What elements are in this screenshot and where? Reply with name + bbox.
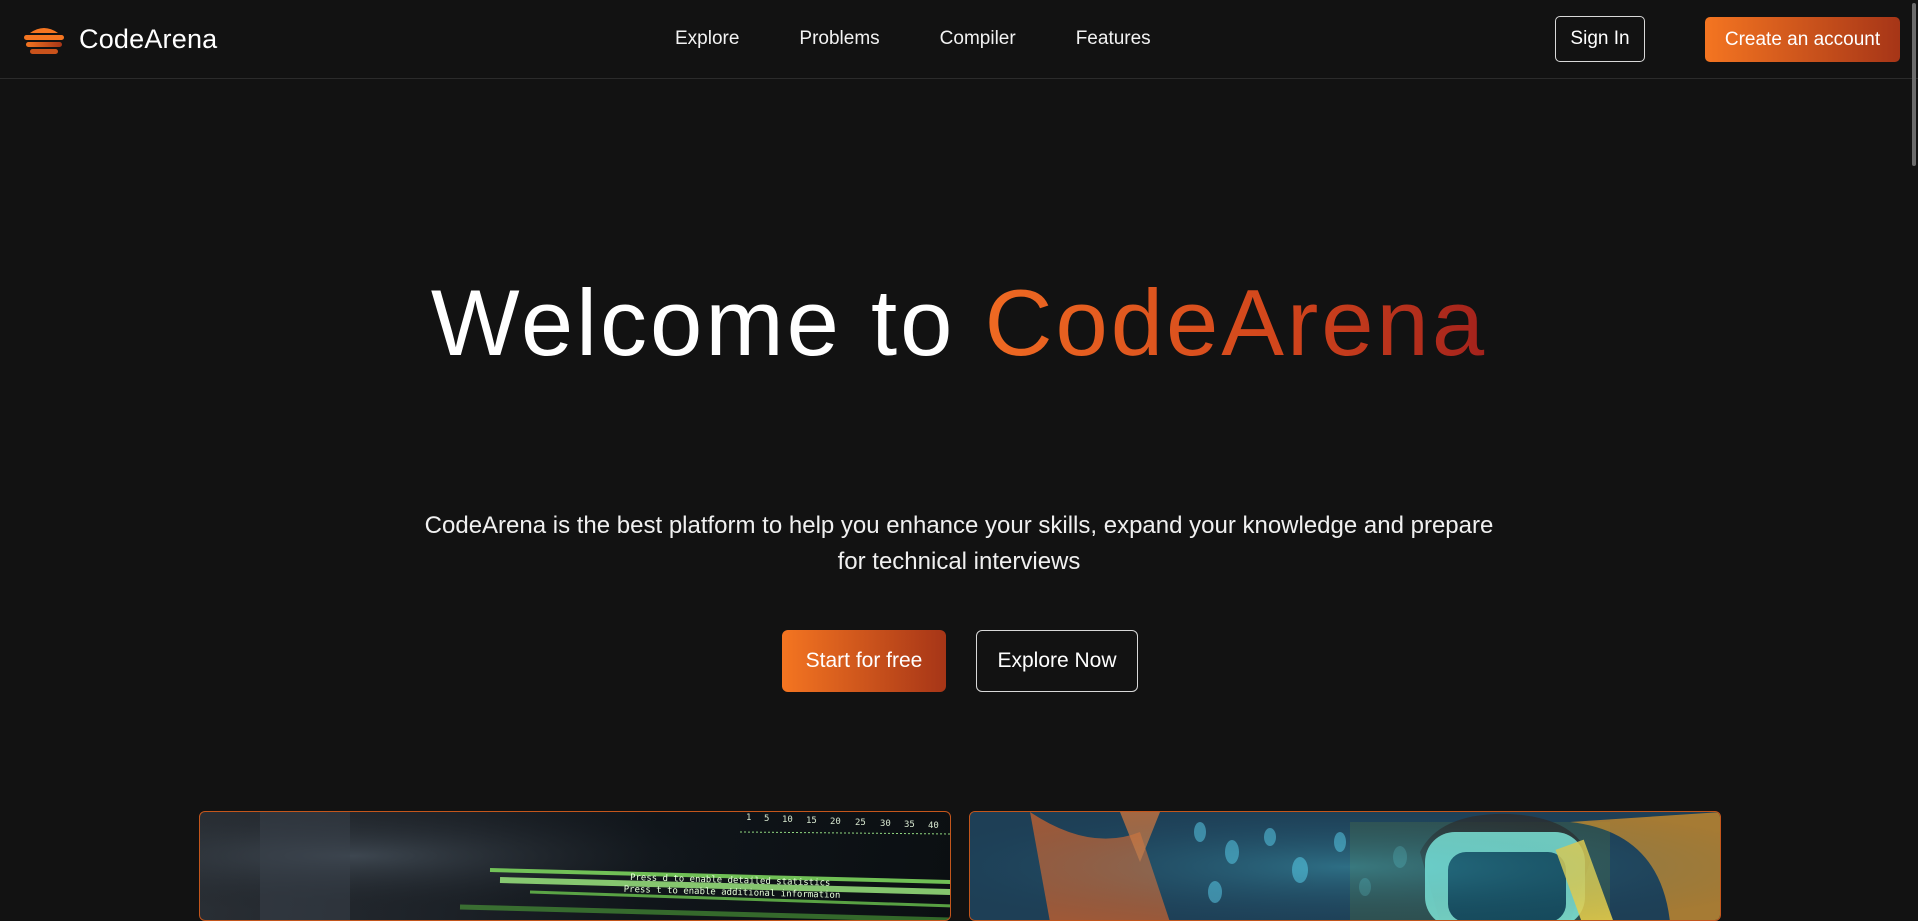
scrollbar-thumb[interactable]: [1912, 3, 1916, 166]
ruler-number: 40: [928, 821, 939, 831]
nav-link-problems[interactable]: Problems: [799, 28, 879, 50]
ruler-number: 15: [806, 816, 817, 826]
sign-in-button[interactable]: Sign In: [1555, 16, 1645, 62]
hero-title: Welcome to CodeArena: [0, 268, 1918, 378]
hero-title-accent: CodeArena: [984, 270, 1488, 375]
create-account-button[interactable]: Create an account: [1705, 17, 1900, 62]
hero-subtitle: CodeArena is the best platform to help y…: [424, 512, 1494, 575]
nav-link-compiler[interactable]: Compiler: [940, 28, 1016, 50]
hero-title-prefix: Welcome to: [430, 270, 956, 375]
nav-link-features[interactable]: Features: [1076, 28, 1151, 50]
ruler-number: 1: [746, 813, 751, 823]
ruler-number: 20: [830, 817, 841, 827]
vr-headset-person-image: [970, 812, 1720, 920]
feature-card-terminal[interactable]: 1 5 10 15 20 25 30 35 40 Press d to enab…: [199, 811, 951, 921]
nav-link-explore[interactable]: Explore: [675, 28, 739, 50]
terminal-code-screen-image: 1 5 10 15 20 25 30 35 40 Press d to enab…: [200, 812, 950, 920]
ruler-number: 25: [855, 818, 866, 828]
ruler-number: 5: [764, 814, 769, 824]
ruler-number: 10: [782, 815, 793, 825]
feature-card-vr[interactable]: [969, 811, 1721, 921]
top-navbar: CodeArena Explore Problems Compiler Feat…: [0, 0, 1918, 79]
start-for-free-button[interactable]: Start for free: [782, 630, 946, 692]
page-scrollbar[interactable]: [1906, 0, 1918, 908]
main-nav: Explore Problems Compiler Features: [675, 0, 1151, 78]
stacked-layers-logo-icon: [24, 28, 64, 54]
ruler-number: 35: [904, 820, 915, 830]
brand[interactable]: CodeArena: [22, 20, 217, 58]
brand-name: CodeArena: [79, 23, 218, 54]
explore-now-button[interactable]: Explore Now: [976, 630, 1138, 692]
ruler-number: 30: [880, 819, 891, 829]
